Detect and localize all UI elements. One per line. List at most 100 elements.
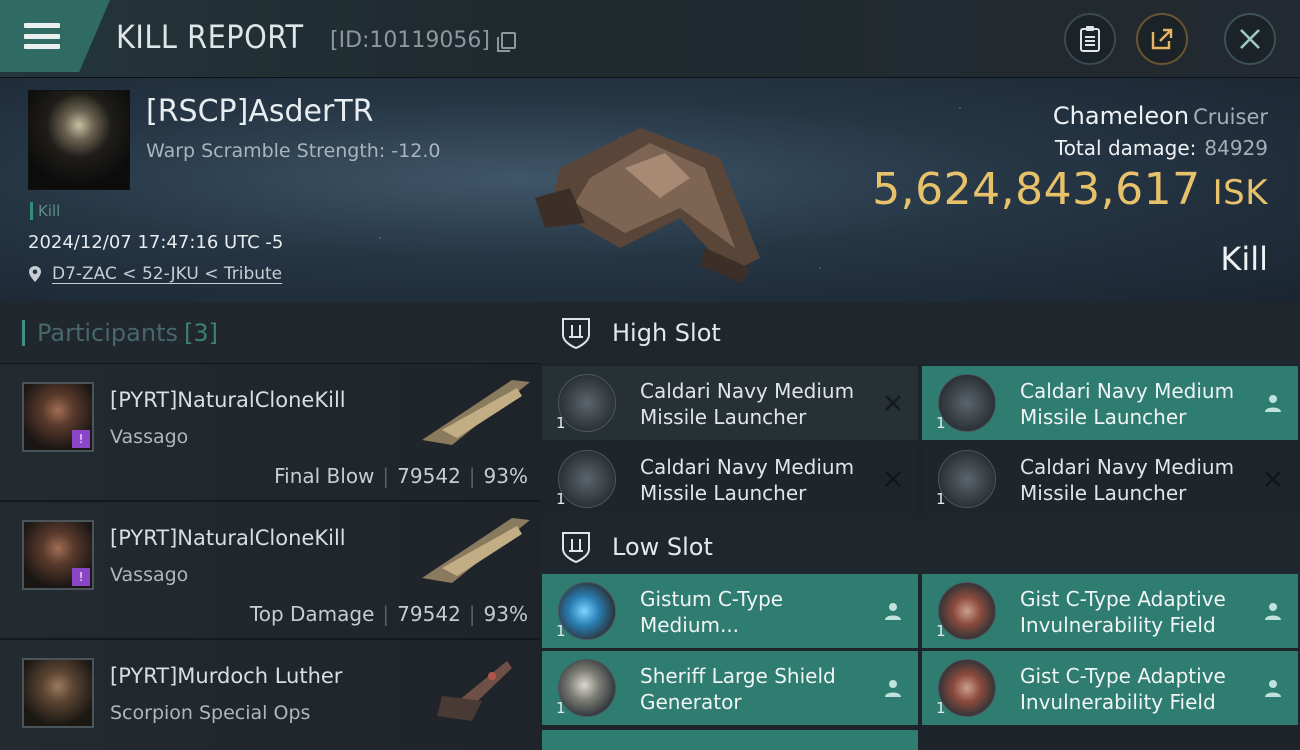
victim-ship-image [535, 128, 760, 283]
page-title: KILL REPORT [116, 18, 304, 56]
module-item[interactable]: 1 Caldari Navy Medium Missile Launcher [542, 442, 918, 516]
module-item[interactable]: 1 Caldari Navy Medium Missile Launcher [922, 366, 1298, 440]
module-quantity: 1 [936, 699, 946, 717]
result-label: Kill [1220, 240, 1268, 278]
victim-avatar[interactable] [28, 90, 130, 190]
location-pin-icon [29, 266, 41, 282]
module-item[interactable]: 1 Caldari Navy Medium Missile Launcher [922, 442, 1298, 516]
destroyed-icon [1265, 471, 1281, 487]
victim-name[interactable]: [RSCP]AsderTR [146, 94, 374, 129]
participants-panel: Participants [3] ! [PYRT]NaturalCloneKil… [0, 302, 540, 750]
module-name: Caldari Navy Medium Missile Launcher [640, 455, 855, 505]
kill-datetime: 2024/12/07 17:47:16 UTC -5 [28, 232, 284, 253]
damage-label: Total damage: [1054, 136, 1197, 160]
low-slot-header: Low Slot [540, 516, 1300, 578]
kill-tag: Kill [30, 202, 60, 220]
module-item[interactable]: 1 Sheriff Large Shield Generator [542, 651, 918, 725]
top-bar: KILL REPORT [ID:10119056] [0, 0, 1300, 78]
missile-launcher-icon [558, 450, 616, 508]
victim-banner: [RSCP]AsderTR Warp Scramble Strength: -1… [0, 78, 1300, 302]
module-name: Gist C-Type Adaptive Invulnerability Fie… [1020, 587, 1226, 637]
participant-percent: 93% [483, 464, 528, 488]
kill-location[interactable]: D7-ZAC < 52-JKU < Tribute [28, 264, 282, 284]
participant-avatar: ! [22, 520, 94, 590]
destroyed-icon [885, 471, 901, 487]
module-quantity: 1 [556, 414, 566, 432]
dropped-person-icon [1265, 603, 1281, 620]
close-icon [1240, 29, 1260, 49]
ship-name: Chameleon [1052, 102, 1190, 130]
participant-ship-image [437, 661, 512, 721]
participant-percent: 93% [483, 602, 528, 626]
participant-role: Final Blow [274, 464, 375, 488]
module-item[interactable]: 1 Gist C-Type Adaptive Invulnerability F… [922, 651, 1298, 725]
module-quantity: 1 [556, 699, 566, 717]
participant-damage: 79542 [397, 602, 461, 626]
module-item[interactable]: 1 Caldari Navy Medium Missile Launcher [542, 366, 918, 440]
module-quantity: 1 [556, 622, 566, 640]
high-slot-title: High Slot [612, 319, 721, 347]
participant-avatar [22, 658, 94, 728]
clipboard-button[interactable] [1064, 13, 1116, 65]
participant-avatar: ! [22, 382, 94, 452]
missile-launcher-icon [558, 374, 616, 432]
high-slot-icon [562, 318, 590, 350]
high-slot-header: High Slot [540, 302, 1300, 364]
kill-id-text: [ID:10119056] [330, 28, 490, 53]
participant-damage: 79542 [397, 464, 461, 488]
low-slot-icon [562, 532, 590, 564]
participant-ship-image [422, 380, 530, 445]
module-name: Sheriff Large Shield Generator [640, 664, 836, 714]
ship-class: Cruiser [1193, 105, 1268, 129]
hamburger-icon [24, 23, 60, 49]
participant-ship: Vassago [110, 426, 189, 448]
module-item[interactable]: 1 Gist C-Type Adaptive Invulnerability F… [922, 574, 1298, 648]
isk-unit: ISK [1212, 173, 1268, 213]
participant-ship: Scorpion Special Ops [110, 702, 311, 724]
participant-name: [PYRT]Murdoch Luther [110, 664, 343, 688]
dropped-person-icon [885, 603, 901, 620]
participants-title: Participants [37, 318, 178, 347]
isk-amount: 5,624,843,617 [872, 164, 1201, 215]
participant-row[interactable]: ! [PYRT]NaturalCloneKill Vassago Final B… [0, 364, 540, 502]
participant-name: [PYRT]NaturalCloneKill [110, 526, 346, 550]
share-button[interactable] [1136, 13, 1188, 65]
isk-value: 5,624,843,617 ISK [872, 164, 1268, 215]
dropped-person-icon [1265, 680, 1281, 697]
victim-ship[interactable]: Chameleon Cruiser [1053, 102, 1268, 130]
clipboard-icon [1080, 26, 1100, 52]
share-icon [1151, 28, 1173, 50]
dropped-person-icon [885, 680, 901, 697]
participant-role: Top Damage [249, 602, 375, 626]
module-name: Gist C-Type Adaptive Invulnerability Fie… [1020, 664, 1226, 714]
close-button[interactable] [1224, 13, 1276, 65]
participant-row[interactable]: ! [PYRT]NaturalCloneKill Vassago Top Dam… [0, 502, 540, 640]
module-quantity: 1 [936, 490, 946, 508]
module-item-partial[interactable] [542, 730, 918, 750]
module-quantity: 1 [936, 622, 946, 640]
module-item[interactable]: 1 Gistum C-Type Medium... [542, 574, 918, 648]
header-accent [22, 319, 25, 346]
participant-stats: Final Blow | 79542 | 93% [274, 464, 528, 488]
copy-icon[interactable] [496, 32, 516, 52]
kill-id: [ID:10119056] [330, 28, 516, 53]
participant-stats: Top Damage | 79542 | 93% [249, 602, 528, 626]
module-name: Caldari Navy Medium Missile Launcher [1020, 455, 1235, 505]
location-link[interactable]: D7-ZAC < 52-JKU < Tribute [52, 264, 282, 284]
participant-row[interactable]: [PYRT]Murdoch Luther Scorpion Special Op… [0, 640, 540, 750]
missile-launcher-icon [938, 450, 996, 508]
dropped-person-icon [1265, 395, 1281, 412]
module-quantity: 1 [936, 414, 946, 432]
module-name: Gistum C-Type Medium... [640, 587, 784, 637]
participant-ship-image [422, 518, 530, 583]
module-name: Caldari Navy Medium Missile Launcher [640, 379, 855, 429]
participant-ship: Vassago [110, 564, 189, 586]
low-slot-title: Low Slot [612, 533, 713, 561]
shield-generator-icon [558, 659, 616, 717]
shield-hardener-icon [938, 582, 996, 640]
shield-hardener-icon [938, 659, 996, 717]
total-damage: Total damage: 84929 [1055, 136, 1268, 160]
warp-scramble-strength: Warp Scramble Strength: -12.0 [146, 140, 441, 162]
menu-button[interactable] [0, 0, 110, 72]
fittings-panel: High Slot 1 Caldari Navy Medium Missile … [540, 302, 1300, 750]
